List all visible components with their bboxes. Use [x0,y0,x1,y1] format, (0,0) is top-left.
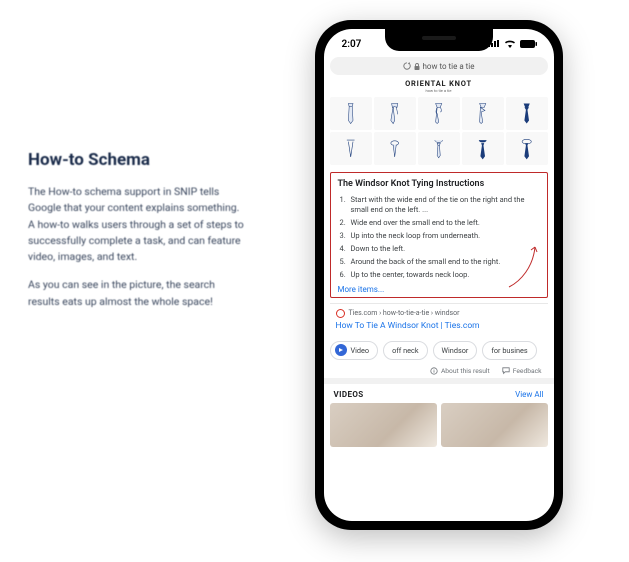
knot-step-5[interactable] [506,97,548,130]
phone-screen: 2:07 how to tie a tie ORIENTAL KNOT how … [324,29,554,521]
feedback-link[interactable]: Feedback [502,367,542,375]
videos-label: VIDEOS [334,390,364,399]
step-2: Wide end over the small end to the left. [338,216,540,229]
step-6: Up to the center, towards neck loop. [338,269,540,282]
phone-mockup: 2:07 how to tie a tie ORIENTAL KNOT how … [315,20,563,530]
left-column: How-to Schema The How-to schema support … [28,20,258,542]
status-time: 2:07 [342,39,362,50]
section-heading: How-to Schema [28,150,248,170]
source-row: Ties.com › how-to-tie-a-tie › windsor [336,309,542,318]
step-1: Start with the wide end of the tie on th… [338,193,540,216]
video-thumbs [324,403,554,447]
url-text: how to tie a tie [423,62,475,71]
battery-icon [520,40,538,48]
snippet-title: The Windsor Knot Tying Instructions [338,179,540,189]
carousel-grid [324,95,554,169]
knot-step-10[interactable] [506,132,548,165]
more-items-link[interactable]: More items... [338,285,540,294]
chip-video[interactable]: Video [330,341,379,360]
knot-step-1[interactable] [330,97,372,130]
video-thumb-2[interactable] [441,403,548,447]
knot-step-2[interactable] [374,97,416,130]
videos-header: VIDEOS View All [324,384,554,403]
step-3: Up into the neck loop from underneath. [338,229,540,242]
section-paragraph-1: The How-to schema support in SNIP tells … [28,184,248,265]
wifi-icon [504,40,516,48]
chip-offneck[interactable]: off neck [383,341,427,360]
chip-windsor[interactable]: Windsor [433,341,478,360]
page-container: How-to Schema The How-to schema support … [0,0,629,562]
knot-step-4[interactable] [462,97,504,130]
about-result-link[interactable]: About this result [430,367,490,375]
lock-icon [414,63,420,70]
knot-step-8[interactable] [418,132,460,165]
featured-snippet: The Windsor Knot Tying Instructions Star… [330,172,548,298]
result-meta: About this result Feedback [324,364,554,378]
snippet-steps: Start with the wide end of the tie on th… [338,193,540,282]
knot-step-6[interactable] [330,132,372,165]
knot-step-3[interactable] [418,97,460,130]
info-icon [430,367,438,375]
source-breadcrumb: Ties.com › how-to-tie-a-tie › windsor [349,309,460,317]
url-bar[interactable]: how to tie a tie [330,57,548,75]
refresh-icon[interactable] [403,62,411,70]
play-icon [335,344,347,356]
knot-step-7[interactable] [374,132,416,165]
step-4: Down to the left. [338,243,540,256]
step-5: Around the back of the small end to the … [338,256,540,269]
video-thumb-1[interactable] [330,403,437,447]
refinement-chips: Video off neck Windsor for busines [324,337,554,364]
globe-icon [336,309,345,318]
status-right [488,40,538,48]
result-link[interactable]: How To Tie A Windsor Knot | Ties.com [336,321,542,331]
chip-business[interactable]: for busines [482,341,536,360]
divider [330,303,548,304]
carousel-subtitle: how to tie a tie [324,88,554,93]
phone-notch [385,29,493,51]
right-column: 2:07 how to tie a tie ORIENTAL KNOT how … [258,20,619,542]
carousel-title: ORIENTAL KNOT [324,79,554,88]
view-all-link[interactable]: View All [515,390,543,399]
knot-step-9[interactable] [462,132,504,165]
section-paragraph-2: As you can see in the picture, the searc… [28,277,248,310]
feedback-icon [502,367,510,375]
